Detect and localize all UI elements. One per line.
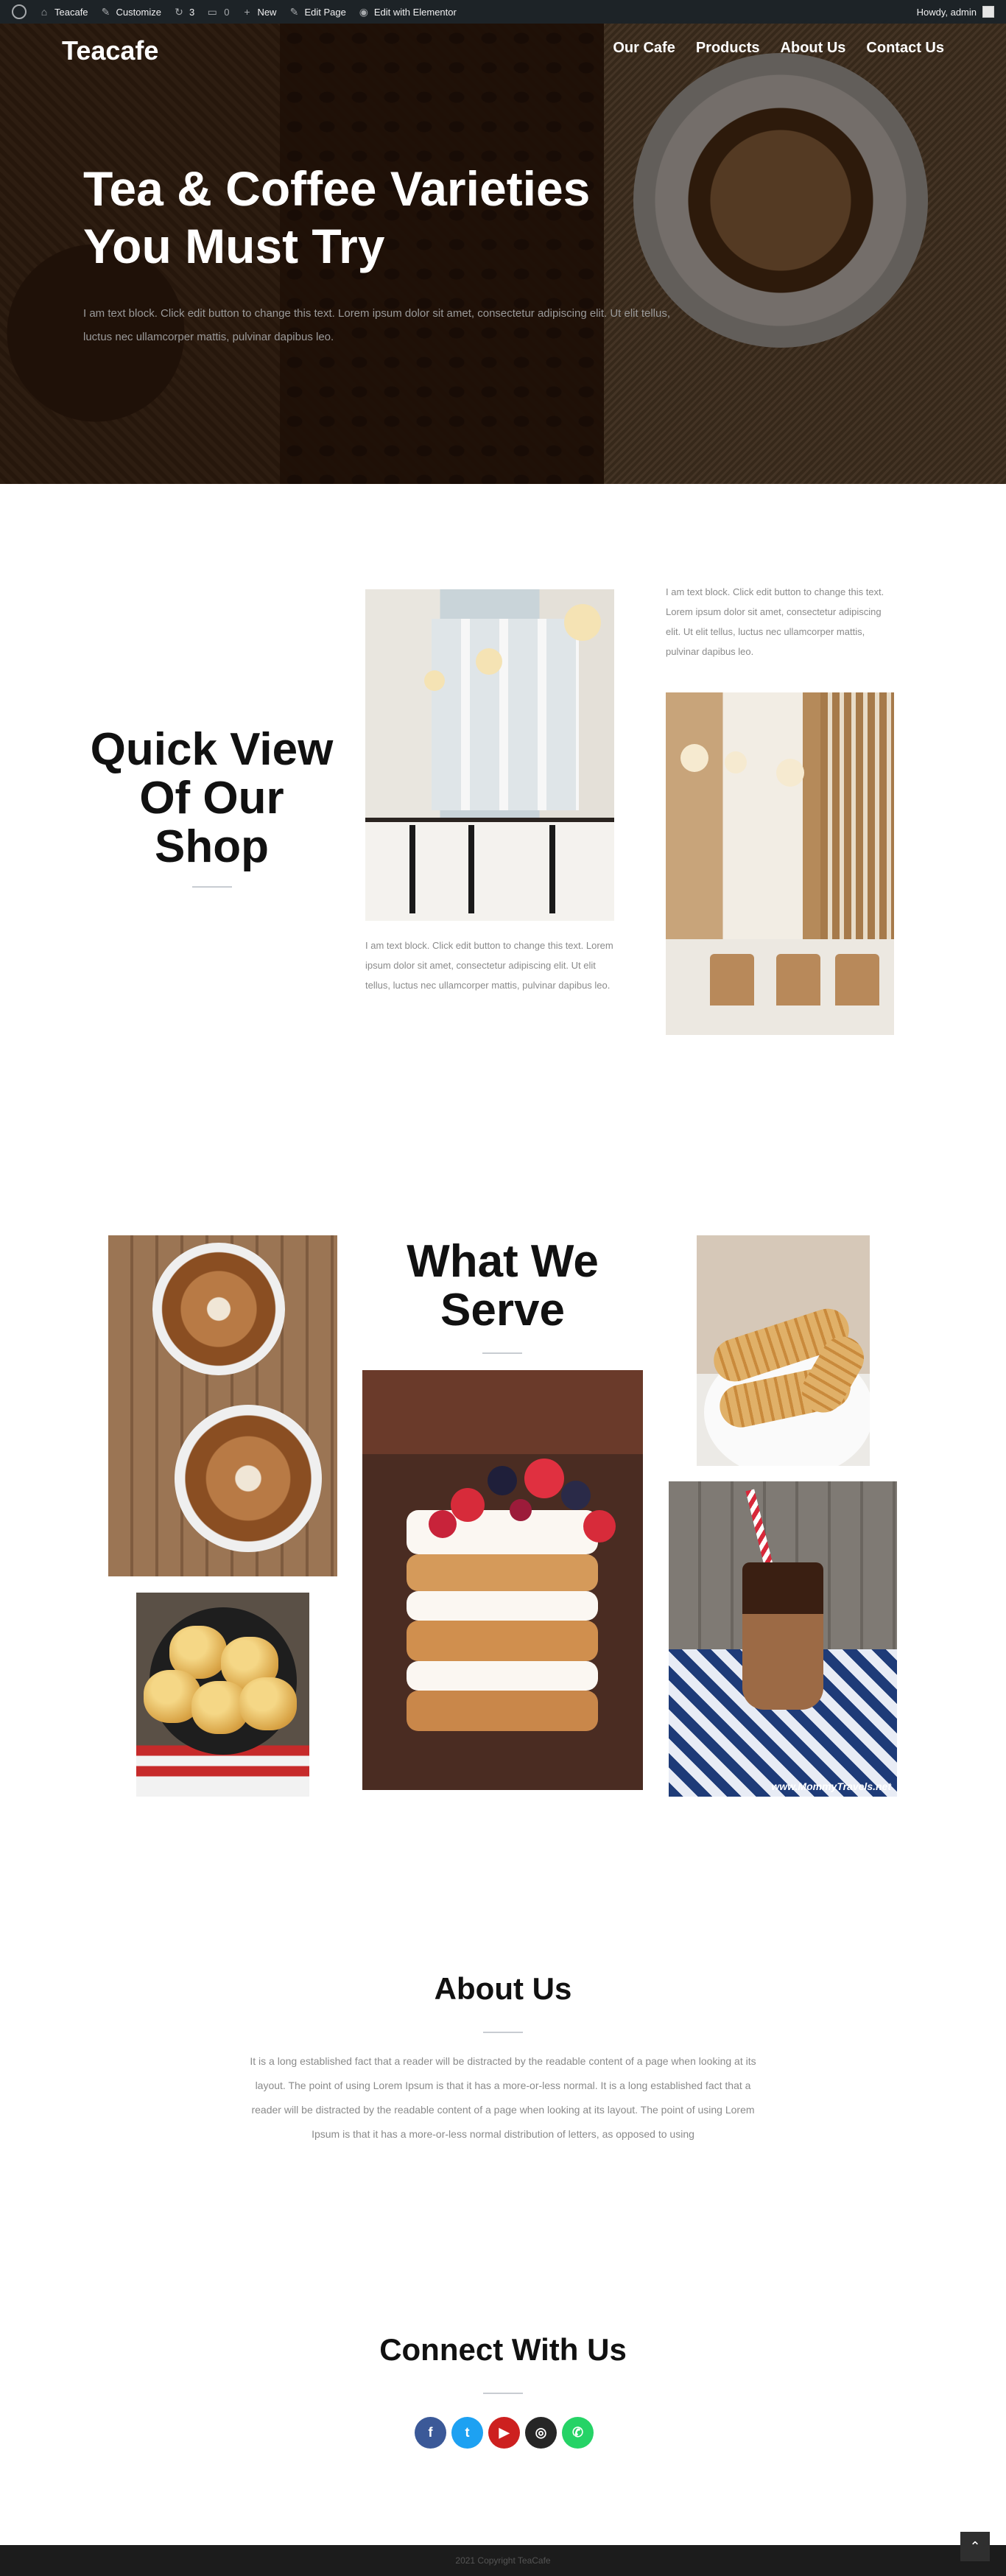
facebook-icon[interactable]: f	[415, 2417, 446, 2449]
admin-new[interactable]: + New	[235, 0, 282, 24]
admin-edit-elementor[interactable]: ◉ Edit with Elementor	[352, 0, 462, 24]
admin-edit-page[interactable]: ✎ Edit Page	[282, 0, 351, 24]
quick-view-divider	[192, 886, 232, 888]
what-we-serve-title: What We Serve	[407, 1236, 599, 1336]
nav-our-cafe[interactable]: Our Cafe	[613, 40, 675, 57]
admin-customize[interactable]: ✎ Customize	[94, 0, 167, 24]
plus-icon: +	[244, 6, 250, 18]
site-logo[interactable]: Teacafe	[62, 35, 158, 66]
scones-image	[136, 1593, 309, 1797]
footer: 2021 Copyright TeaCafe	[0, 2545, 1006, 2576]
social-icons: f t ▶ ◎ ✆	[415, 2417, 594, 2449]
brush-icon: ✎	[101, 6, 110, 18]
quick-view-text-1: I am text block. Click edit button to ch…	[365, 940, 613, 991]
berry-cake-image	[362, 1370, 643, 1790]
admin-updates[interactable]: ↻ 3	[167, 0, 200, 24]
about-title: About Us	[434, 1971, 572, 2006]
image-watermark: www.MommyTravels.net	[771, 1780, 891, 1792]
hero-title: Tea & Coffee Varieties You Must Try	[83, 161, 591, 273]
hero-section: Teacafe Our Cafe Products About Us Conta…	[0, 24, 1006, 484]
connect-title: Connect With Us	[379, 2332, 627, 2367]
footer-copyright: 2021 Copyright TeaCafe	[455, 2555, 551, 2566]
what-we-serve-divider	[482, 1352, 522, 1354]
nav-products[interactable]: Products	[696, 40, 760, 57]
quick-view-text-2: I am text block. Click edit button to ch…	[666, 586, 884, 657]
admin-site-name[interactable]: ⌂ Teacafe	[32, 0, 94, 24]
elementor-icon: ◉	[359, 6, 368, 18]
youtube-icon[interactable]: ▶	[488, 2417, 520, 2449]
nav-contact-us[interactable]: Contact Us	[866, 40, 944, 57]
updates-icon: ↻	[175, 6, 183, 18]
comment-icon: ▭	[207, 6, 217, 18]
about-divider	[483, 2032, 523, 2033]
about-text: It is a long established fact that a rea…	[250, 2055, 756, 2140]
instagram-icon[interactable]: ◎	[525, 2417, 557, 2449]
avatar	[982, 6, 994, 18]
milkshake-image: www.MommyTravels.net	[669, 1481, 897, 1797]
home-icon: ⌂	[41, 6, 48, 18]
nav-about-us[interactable]: About Us	[781, 40, 846, 57]
shop-interior-image-1	[365, 589, 614, 921]
quick-view-title: Quick View Of Our Shop	[90, 724, 334, 872]
back-to-top-button[interactable]: ⌃	[960, 2532, 990, 2561]
admin-account[interactable]: Howdy, admin	[911, 0, 1000, 24]
pencil-icon: ✎	[289, 6, 299, 18]
latte-art-image	[108, 1235, 337, 1576]
wordpress-logo-icon[interactable]	[6, 0, 32, 24]
hero-text: I am text block. Click edit button to ch…	[83, 307, 671, 343]
twitter-icon[interactable]: t	[451, 2417, 483, 2449]
admin-comments[interactable]: ▭ 0	[200, 0, 235, 24]
admin-bar: ⌂ Teacafe ✎ Customize ↻ 3 ▭ 0 + New ✎ Edit Pag…	[0, 0, 1006, 24]
whatsapp-icon[interactable]: ✆	[562, 2417, 594, 2449]
connect-divider	[483, 2393, 523, 2394]
cannoli-image	[697, 1235, 870, 1466]
shop-interior-image-2	[666, 692, 894, 1035]
main-nav: Our Cafe Products About Us Contact Us	[613, 40, 944, 57]
